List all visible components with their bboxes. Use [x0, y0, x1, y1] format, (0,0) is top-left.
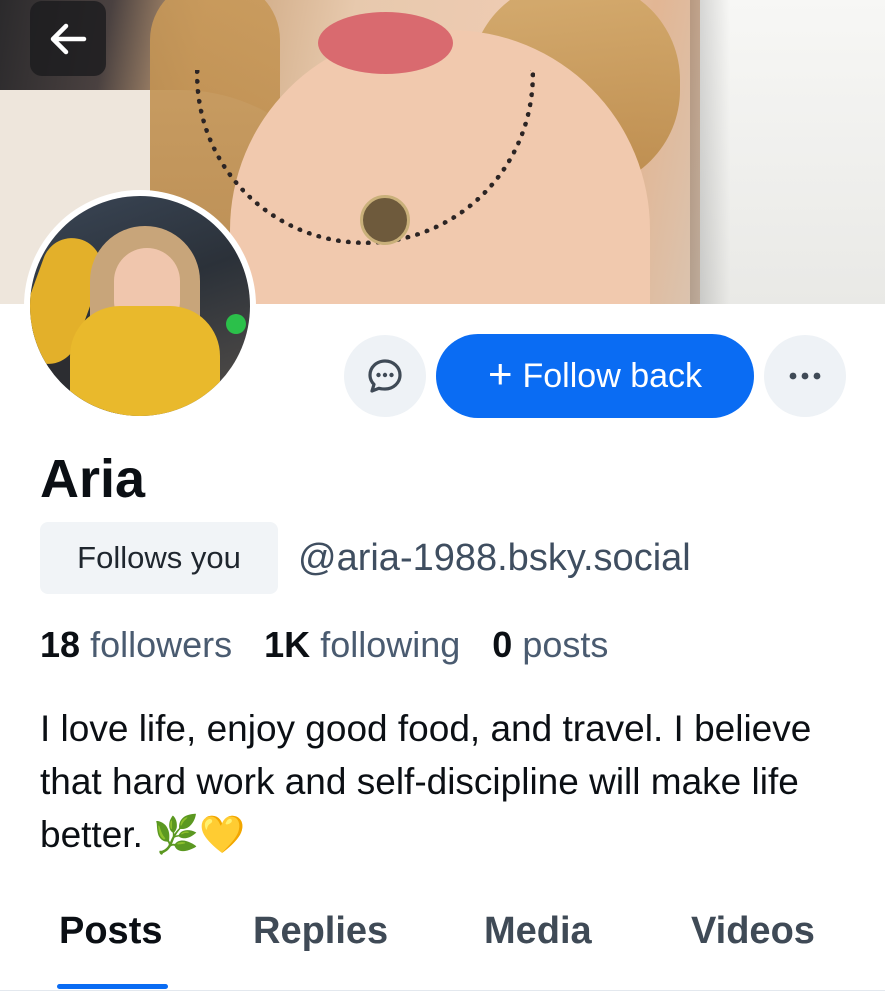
avatar-green-dot	[226, 314, 246, 334]
posts-count: 0	[492, 624, 513, 665]
tab-media[interactable]: Media	[484, 908, 592, 954]
active-tab-indicator	[57, 984, 168, 989]
arrow-left-icon	[50, 23, 87, 54]
avatar-photo	[30, 196, 250, 416]
plus-icon: +	[487, 350, 513, 397]
following-label: following	[320, 624, 461, 665]
profile-tabs: Posts Replies Media Videos	[0, 898, 885, 988]
tab-videos[interactable]: Videos	[691, 908, 815, 954]
back-button[interactable]	[30, 1, 106, 76]
profile-handle: @aria-1988.bsky.social	[298, 537, 691, 579]
tab-replies[interactable]: Replies	[253, 908, 388, 954]
followers-label: followers	[90, 624, 233, 665]
banner-shade	[690, 0, 730, 304]
follows-you-badge: Follows you	[40, 522, 278, 594]
tabs-divider	[0, 990, 885, 991]
avatar[interactable]	[24, 190, 256, 422]
profile-stats: 18 followers 1K following 0 posts	[40, 622, 608, 668]
follow-back-label: Follow back	[522, 356, 703, 395]
followers-stat[interactable]: 18 followers	[40, 624, 264, 665]
followers-count: 18	[40, 624, 81, 665]
avatar-shirt	[70, 306, 220, 416]
tab-posts[interactable]: Posts	[59, 908, 162, 954]
message-button[interactable]	[344, 335, 426, 417]
posts-label: posts	[522, 624, 609, 665]
following-count: 1K	[264, 624, 311, 665]
more-horizontal-icon	[789, 372, 821, 380]
follow-back-button[interactable]: + Follow back	[436, 334, 754, 418]
more-options-button[interactable]	[764, 335, 846, 417]
display-name: Aria	[40, 449, 146, 509]
following-stat[interactable]: 1K following	[264, 624, 492, 665]
banner-pendant	[360, 195, 410, 245]
profile-bio: I love life, enjoy good food, and travel…	[40, 708, 812, 855]
posts-stat: 0 posts	[492, 624, 608, 665]
message-bubble-icon	[368, 359, 402, 393]
banner-lips	[318, 12, 453, 74]
